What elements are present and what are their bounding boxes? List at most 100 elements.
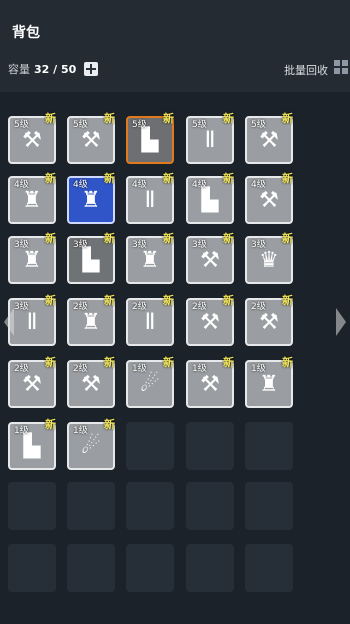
new-badge: 新 <box>104 418 115 431</box>
item-level: 3级 <box>251 240 266 250</box>
inventory-item-axe[interactable]: ⚒ 2级 新 <box>67 356 115 408</box>
item-level: 2级 <box>73 302 88 312</box>
chevron-right-icon[interactable] <box>336 308 346 336</box>
item-level: 4级 <box>73 180 88 190</box>
new-badge: 新 <box>282 232 293 245</box>
item-level: 4级 <box>251 180 266 190</box>
item-level: 1级 <box>73 426 88 436</box>
empty-slot[interactable] <box>186 482 234 530</box>
plus-icon[interactable] <box>84 62 99 76</box>
inventory-item-leggings[interactable]: Ⅱ 2级 新 <box>126 294 174 346</box>
inventory-item-axe[interactable]: ⚒ 1级 新 <box>186 356 234 408</box>
empty-slot[interactable] <box>126 422 174 470</box>
boot-icon: ▙ <box>23 434 41 459</box>
new-badge: 新 <box>282 172 293 185</box>
new-badge: 新 <box>104 232 115 245</box>
new-badge: 新 <box>163 294 174 307</box>
chevron-left-icon[interactable] <box>4 308 14 336</box>
inventory-item-armor[interactable]: ♜ 4级 新 <box>8 172 56 224</box>
inventory-item-leggings[interactable]: Ⅱ 3级 新 <box>8 294 56 346</box>
item-level: 1级 <box>132 364 147 374</box>
batch-recycle-button[interactable]: 批量回收 <box>284 62 328 78</box>
inventory-item-boot[interactable]: ▙ 4级 新 <box>186 172 234 224</box>
new-badge: 新 <box>282 294 293 307</box>
new-badge: 新 <box>223 356 234 369</box>
inventory-item-armor[interactable]: ♜ 2级 新 <box>67 294 115 346</box>
boot-icon: ▙ <box>201 188 219 213</box>
axe-icon: ⚒ <box>259 188 279 213</box>
inventory-item-armor[interactable]: ♜ 3级 新 <box>126 232 174 284</box>
item-level: 4级 <box>132 180 147 190</box>
inventory-item-armor[interactable]: ♜ 4级 新 <box>67 172 115 224</box>
new-badge: 新 <box>104 294 115 307</box>
item-level: 1级 <box>192 364 207 374</box>
backpack-header: 背包 容量 32 / 50 批量回收 <box>0 0 350 92</box>
new-badge: 新 <box>163 232 174 245</box>
inventory-item-axe[interactable]: ⚒ 4级 新 <box>245 172 293 224</box>
leggings-icon: Ⅱ <box>26 310 38 335</box>
empty-slot[interactable] <box>245 422 293 470</box>
inventory-item-boot[interactable]: ▙ 5级 新 <box>126 112 174 164</box>
empty-slot[interactable] <box>245 544 293 592</box>
new-badge: 新 <box>45 294 56 307</box>
inventory-item-flail[interactable]: ☄ 1级 新 <box>67 418 115 470</box>
empty-slot[interactable] <box>126 482 174 530</box>
inventory-item-axe[interactable]: ⚒ 2级 新 <box>8 356 56 408</box>
axe-icon: ⚒ <box>200 248 220 273</box>
item-level: 2级 <box>73 364 88 374</box>
axe-icon: ⚒ <box>22 128 42 153</box>
empty-slot[interactable] <box>67 482 115 530</box>
empty-slot[interactable] <box>245 482 293 530</box>
inventory-item-axe[interactable]: ⚒ 2级 新 <box>245 294 293 346</box>
axe-icon: ⚒ <box>22 372 42 397</box>
empty-slot[interactable] <box>8 544 56 592</box>
inventory-item-axe[interactable]: ⚒ 5级 新 <box>245 112 293 164</box>
inventory-item-leggings[interactable]: Ⅱ 5级 新 <box>186 112 234 164</box>
grid-view-icon[interactable] <box>334 60 350 76</box>
empty-slot[interactable] <box>8 482 56 530</box>
new-badge: 新 <box>223 294 234 307</box>
armor-icon: ♜ <box>22 188 42 213</box>
item-level: 5级 <box>192 120 207 130</box>
inventory-item-axe[interactable]: ⚒ 3级 新 <box>186 232 234 284</box>
inventory-item-axe[interactable]: ⚒ 5级 新 <box>8 112 56 164</box>
item-level: 5级 <box>73 120 88 130</box>
new-badge: 新 <box>45 172 56 185</box>
empty-slot[interactable] <box>67 544 115 592</box>
empty-slot[interactable] <box>186 422 234 470</box>
item-level: 4级 <box>14 180 29 190</box>
inventory-item-boot[interactable]: ▙ 1级 新 <box>8 418 56 470</box>
boot-icon: ▙ <box>82 248 100 273</box>
inventory-item-flail[interactable]: ☄ 1级 新 <box>126 356 174 408</box>
inventory-item-armor[interactable]: ♜ 1级 新 <box>245 356 293 408</box>
leggings-icon: Ⅱ <box>204 128 216 153</box>
empty-slot[interactable] <box>186 544 234 592</box>
item-level: 2级 <box>132 302 147 312</box>
inventory-item-leggings[interactable]: Ⅱ 4级 新 <box>126 172 174 224</box>
inventory-item-armor[interactable]: ♜ 3级 新 <box>8 232 56 284</box>
helmet-icon: ♛ <box>259 248 279 273</box>
empty-slot[interactable] <box>126 544 174 592</box>
new-badge: 新 <box>45 356 56 369</box>
page-title: 背包 <box>12 25 40 41</box>
item-level: 2级 <box>192 302 207 312</box>
item-level: 4级 <box>192 180 207 190</box>
inventory-item-axe[interactable]: ⚒ 5级 新 <box>67 112 115 164</box>
new-badge: 新 <box>104 172 115 185</box>
axe-icon: ⚒ <box>81 372 101 397</box>
armor-icon: ♜ <box>81 188 101 213</box>
capacity-label: 容量 <box>8 63 30 76</box>
inventory-item-boot[interactable]: ▙ 3级 新 <box>67 232 115 284</box>
new-badge: 新 <box>45 418 56 431</box>
axe-icon: ⚒ <box>259 128 279 153</box>
armor-icon: ♜ <box>81 310 101 335</box>
boot-icon: ▙ <box>141 128 159 153</box>
inventory-item-axe[interactable]: ⚒ 2级 新 <box>186 294 234 346</box>
axe-icon: ⚒ <box>81 128 101 153</box>
inventory-item-helmet[interactable]: ♛ 3级 新 <box>245 232 293 284</box>
item-level: 3级 <box>14 240 29 250</box>
axe-icon: ⚒ <box>200 372 220 397</box>
item-level: 3级 <box>132 240 147 250</box>
new-badge: 新 <box>104 356 115 369</box>
item-level: 5级 <box>132 120 147 130</box>
